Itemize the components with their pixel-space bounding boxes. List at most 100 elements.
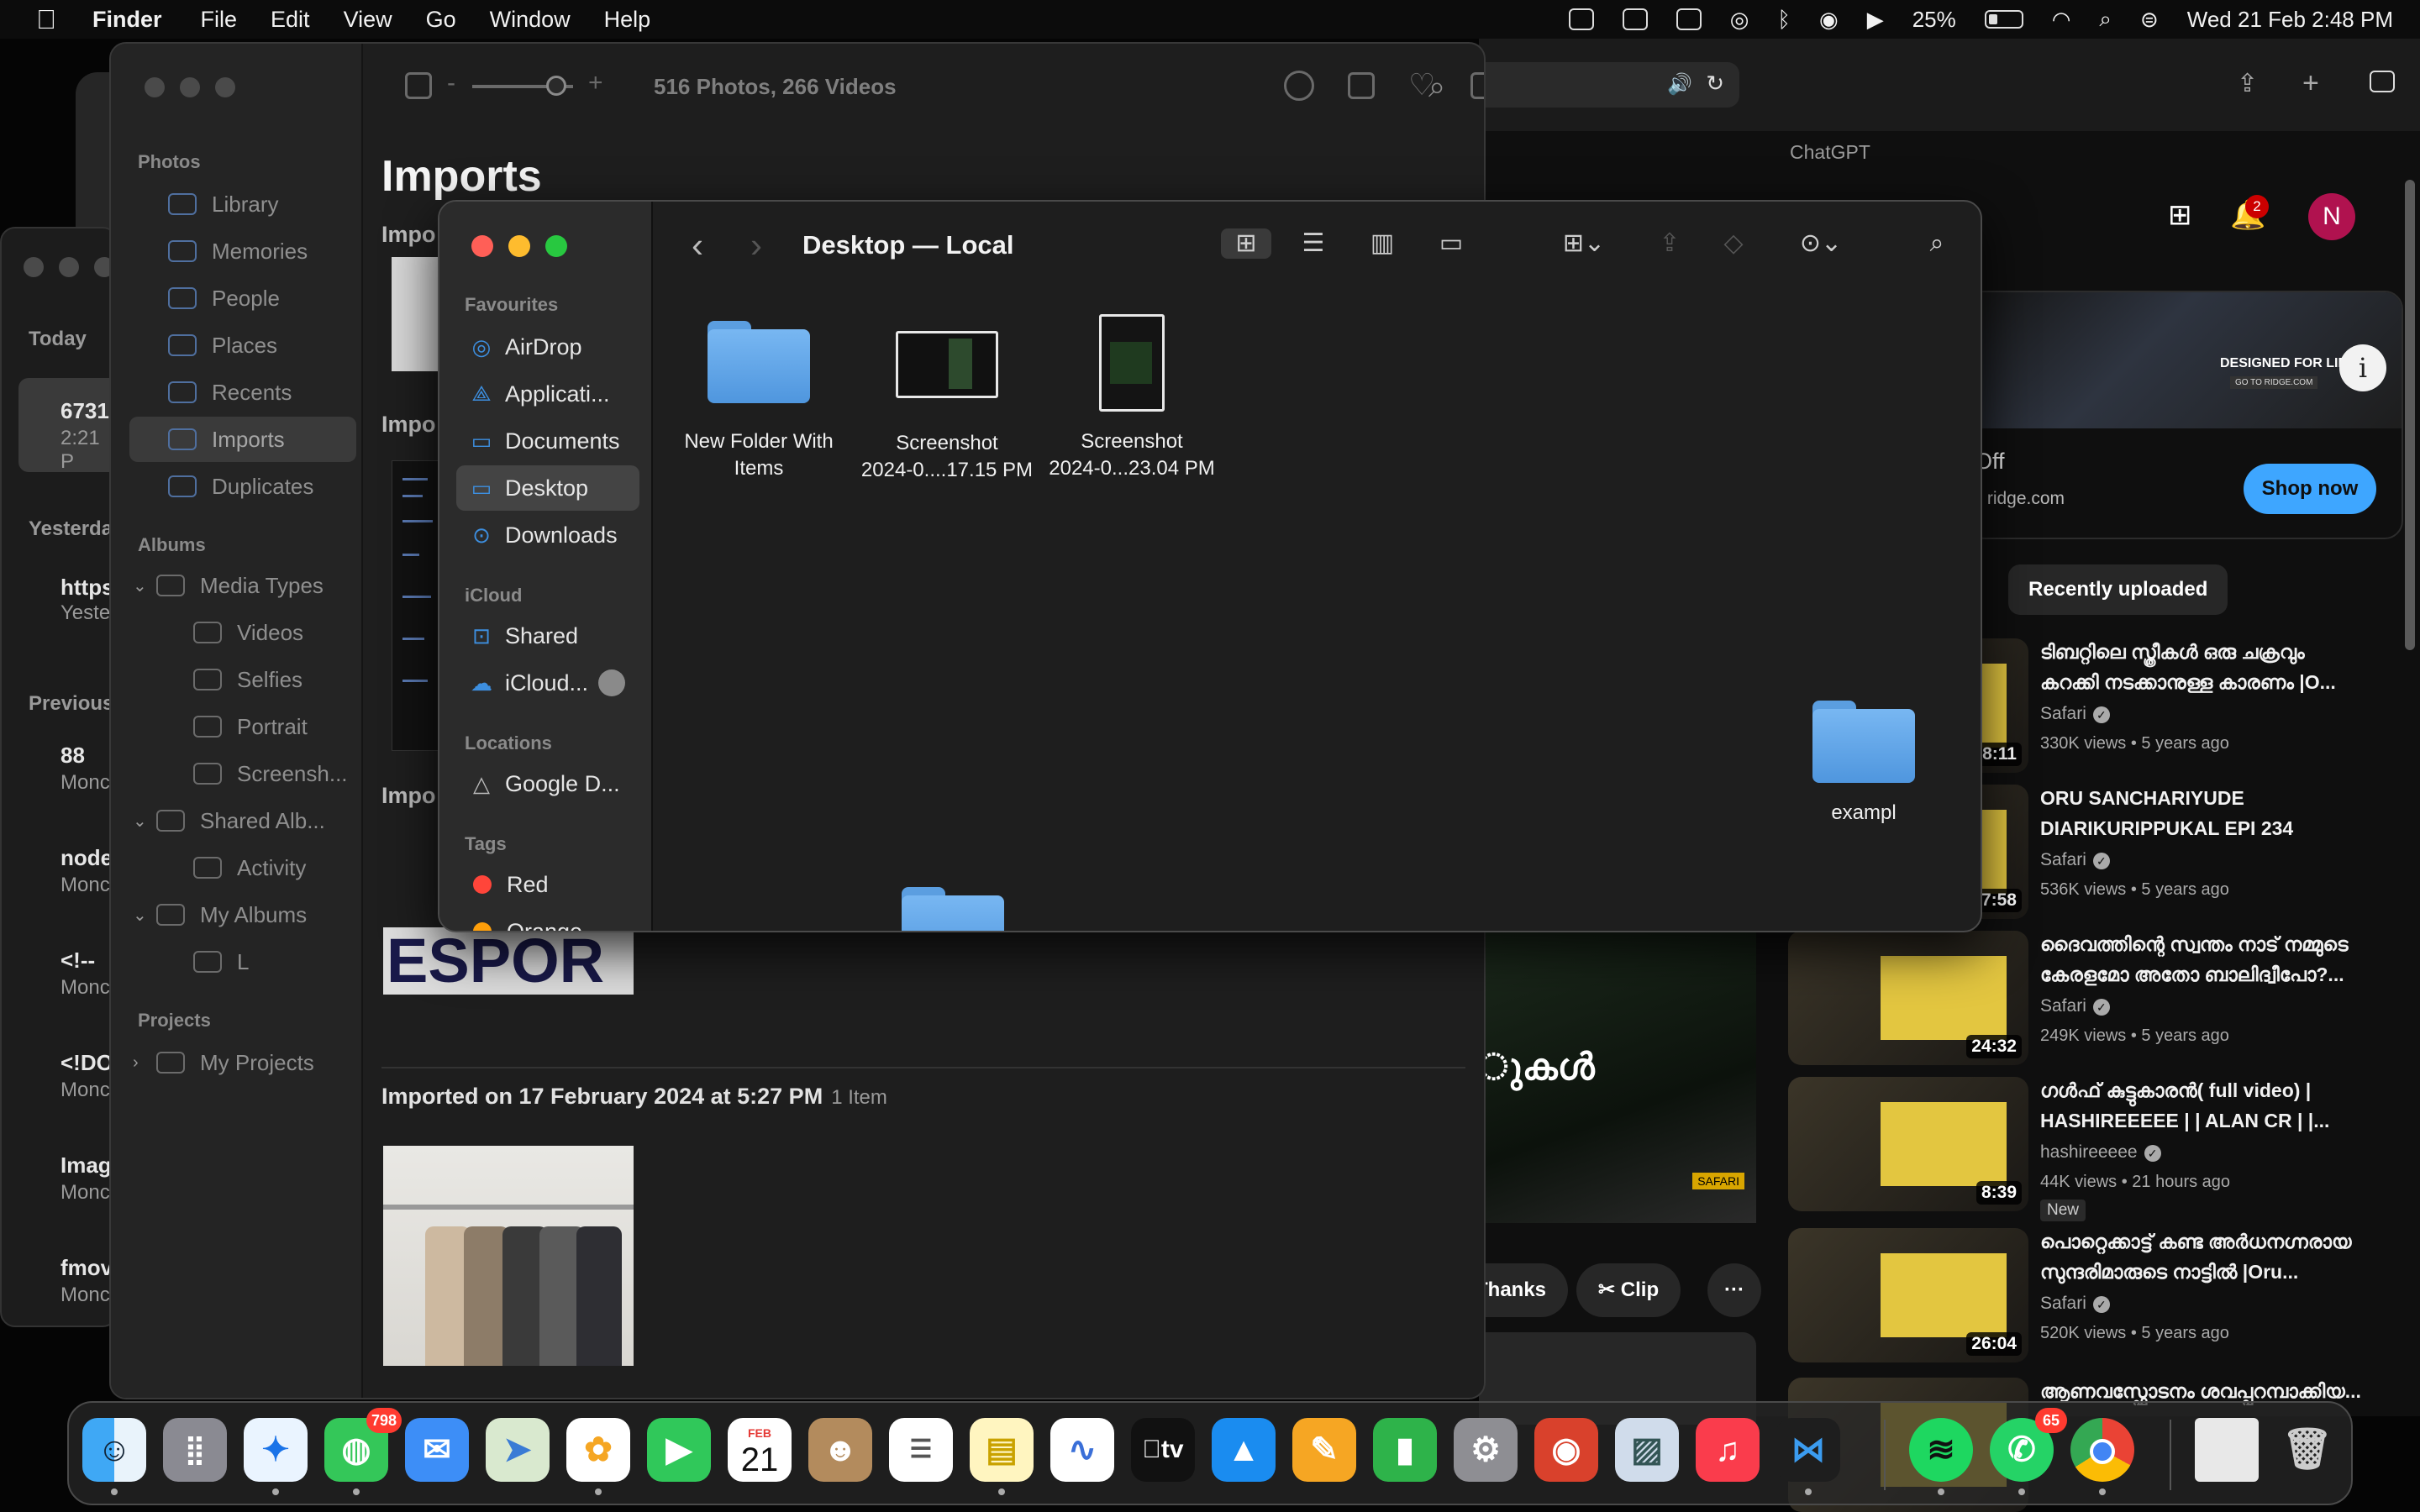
- apple-menu-icon[interactable]: : [0, 4, 92, 35]
- finder-window-controls[interactable]: [471, 235, 567, 257]
- zoom-out-button[interactable]: -: [447, 69, 455, 97]
- note-title[interactable]: 88: [60, 743, 85, 769]
- trash-icon[interactable]: 🗑: [2275, 1418, 2339, 1482]
- share-icon[interactable]: ⇪: [2237, 69, 2258, 98]
- sidebar-item-google-drive[interactable]: △ Google D...: [456, 761, 639, 806]
- freeform-icon[interactable]: ∿: [1050, 1418, 1114, 1482]
- browser-tab-title[interactable]: ChatGPT: [1790, 141, 1870, 164]
- play-icon[interactable]: ▶: [1867, 7, 1884, 33]
- downloads-stack-icon[interactable]: [2195, 1418, 2259, 1482]
- photo-thumbnail-coats[interactable]: [383, 1146, 634, 1366]
- menu-app-name[interactable]: Finder: [92, 7, 162, 33]
- close-icon[interactable]: [471, 235, 493, 257]
- sidebar-item-recents[interactable]: Recents: [145, 370, 356, 415]
- share-icon[interactable]: ⇪: [1653, 228, 1686, 259]
- video-title[interactable]: ടിബറ്റിലെ സ്ത്രീകൾ ഒരു ചക്രവും കറക്കി നട…: [2040, 637, 2368, 697]
- column-view-button[interactable]: ▥: [1365, 228, 1399, 259]
- video-list-item[interactable]: 26:04 പൊറ്റെക്കാട്ട് കണ്ട അർധനഗ്നരായ സുന്…: [1788, 1228, 2402, 1371]
- vscode-icon[interactable]: ⋈: [1776, 1418, 1840, 1482]
- numbers-icon[interactable]: ▮: [1373, 1418, 1437, 1482]
- address-bar[interactable]: 🔊 ↻: [1479, 62, 1739, 108]
- contacts-icon[interactable]: ☻: [808, 1418, 872, 1482]
- close-icon[interactable]: [145, 77, 165, 97]
- sidebar-item-my-albums[interactable]: ⌄ My Albums: [133, 892, 345, 937]
- menu-view[interactable]: View: [344, 7, 392, 33]
- whatsapp-icon[interactable]: ✆ 65: [1990, 1408, 2067, 1482]
- video-title[interactable]: ദൈവത്തിന്റെ സ്വന്തം നാട് നമ്മുടെ കേരളമോ …: [2040, 929, 2368, 990]
- notes-icon[interactable]: ▤: [970, 1418, 1034, 1482]
- bluetooth-icon[interactable]: ᛒ: [1777, 7, 1791, 33]
- rotate-icon[interactable]: [1470, 72, 1484, 99]
- menu-window[interactable]: Window: [490, 7, 571, 33]
- chevron-right-icon[interactable]: ›: [133, 1053, 150, 1073]
- calendar-icon[interactable]: FEB 21: [728, 1418, 792, 1482]
- chevron-down-icon[interactable]: ⌄: [133, 905, 150, 926]
- note-title[interactable]: <!DO: [60, 1050, 113, 1076]
- sidebar-item-media-types[interactable]: ⌄ Media Types: [133, 563, 345, 608]
- sidebar-item-selfies[interactable]: Selfies: [145, 657, 356, 702]
- zoom-icon[interactable]: [545, 235, 567, 257]
- notes-window-controls[interactable]: [24, 257, 114, 277]
- menu-edit[interactable]: Edit: [271, 7, 310, 33]
- spotify-icon[interactable]: ≋: [1909, 1418, 1973, 1482]
- zoom-icon[interactable]: [215, 77, 235, 97]
- battery-icon[interactable]: [1984, 10, 2023, 29]
- video-player[interactable]: ുകൾ SAFARI: [1479, 929, 1756, 1223]
- zoom-slider[interactable]: [472, 76, 573, 96]
- spotlight-icon[interactable]: ⌕: [2099, 6, 2112, 33]
- list-view-button[interactable]: ☰: [1297, 228, 1330, 259]
- photos-window-controls[interactable]: [145, 77, 235, 97]
- audio-icon[interactable]: 🔊: [1667, 72, 1692, 97]
- new-tab-icon[interactable]: +: [2302, 67, 2319, 100]
- photo-thumbnail[interactable]: [392, 257, 442, 371]
- sidebar-item-album-l[interactable]: L: [145, 939, 356, 984]
- video-channel[interactable]: Safari ✓: [2040, 850, 2110, 870]
- sidebar-item-people[interactable]: People: [145, 276, 356, 321]
- zoom-in-button[interactable]: +: [588, 69, 603, 97]
- file-screenshot-2[interactable]: Screenshot 2024-0...23.04 PM: [1041, 314, 1223, 482]
- icon-view-button[interactable]: ⊞: [1221, 228, 1271, 259]
- minimize-icon[interactable]: [180, 77, 200, 97]
- sidebar-item-portrait[interactable]: Portrait: [145, 704, 356, 749]
- search-icon[interactable]: ⌕: [1920, 228, 1954, 259]
- tab-overview-icon[interactable]: [2370, 71, 2395, 92]
- video-thumbnail[interactable]: 8:39: [1788, 1077, 2028, 1211]
- group-button[interactable]: ⊞⌄: [1550, 228, 1618, 259]
- sidebar-item-desktop[interactable]: ▭ Desktop: [456, 465, 639, 511]
- shop-now-button[interactable]: Shop now: [2244, 464, 2376, 514]
- sidebar-item-library[interactable]: Library: [145, 181, 356, 227]
- note-title[interactable]: node: [60, 845, 113, 871]
- drive-status-icon[interactable]: [1568, 8, 1594, 30]
- create-video-icon[interactable]: ⊞: [2168, 198, 2192, 232]
- keynote-icon[interactable]: ▲: [1212, 1418, 1276, 1482]
- minimize-icon[interactable]: [59, 257, 79, 277]
- memory-icon[interactable]: [1676, 8, 1702, 30]
- forward-button[interactable]: ›: [750, 225, 762, 265]
- video-list-item[interactable]: 24:32 ദൈവത്തിന്റെ സ്വന്തം നാട് നമ്മുടെ കേ…: [1788, 931, 2402, 1074]
- ad-info-icon[interactable]: i: [2339, 344, 2386, 391]
- share-icon[interactable]: [1348, 72, 1375, 99]
- file-screenshot-1[interactable]: Screenshot 2024-0....17.15 PM: [856, 331, 1038, 484]
- zoom-slider-knob[interactable]: [546, 76, 566, 96]
- close-icon[interactable]: [24, 257, 44, 277]
- clip-button[interactable]: ✂ Clip: [1576, 1263, 1681, 1317]
- video-channel[interactable]: hashireeeee ✓: [2040, 1142, 2161, 1163]
- launchpad-icon[interactable]: ⣿: [163, 1418, 227, 1482]
- info-icon[interactable]: [1284, 71, 1314, 101]
- menu-go[interactable]: Go: [426, 7, 456, 33]
- scrollbar[interactable]: [2405, 180, 2415, 650]
- sidebar-item-documents[interactable]: ▭ Documents: [456, 418, 639, 464]
- facetime-icon[interactable]: ▶: [647, 1418, 711, 1482]
- video-title[interactable]: ഗൾഫ് കുട്ടുകാരൻ( full video) | HASHIREEE…: [2040, 1075, 2368, 1136]
- file-new-folder[interactable]: New Folder With Items: [676, 321, 841, 482]
- photo-thumbnail[interactable]: [392, 460, 442, 751]
- sidebar-item-places[interactable]: Places: [145, 323, 356, 368]
- video-title[interactable]: ORU SANCHARIYUDE DIARIKURIPPUKAL EPI 234: [2040, 783, 2368, 843]
- sidebar-toggle-icon[interactable]: [405, 72, 432, 99]
- gallery-view-button[interactable]: ▭: [1434, 228, 1468, 259]
- account-avatar[interactable]: N: [2308, 193, 2355, 240]
- video-title[interactable]: പൊറ്റെക്കാട്ട് കണ്ട അർധനഗ്നരായ സുന്ദരിമാ…: [2040, 1226, 2368, 1287]
- photo-booth-icon[interactable]: ◉: [1534, 1418, 1598, 1482]
- music-icon[interactable]: ♫: [1696, 1418, 1760, 1482]
- video-list-item[interactable]: 8:39 ഗൾഫ് കുട്ടുകാരൻ( full video) | HASHI…: [1788, 1075, 2402, 1221]
